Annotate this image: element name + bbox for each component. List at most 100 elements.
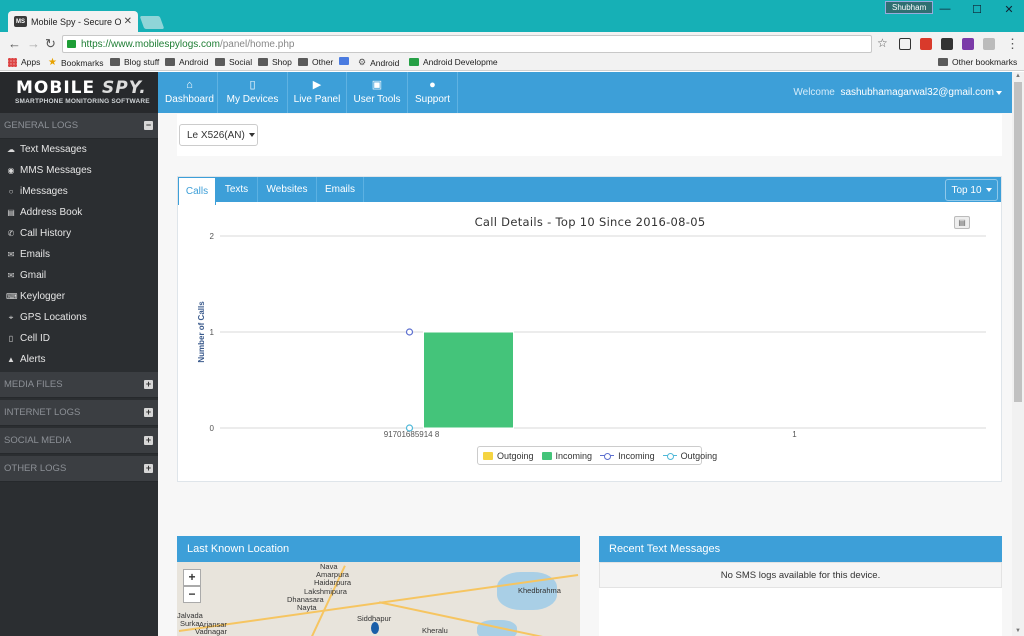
folder-icon [165, 58, 175, 66]
reload-icon[interactable]: ↻ [45, 36, 56, 52]
user-icon: ● [429, 79, 436, 91]
collapse-icon[interactable]: − [144, 121, 153, 130]
back-icon[interactable]: ← [8, 36, 21, 51]
nav-support[interactable]: ● Support [408, 72, 458, 113]
star-icon[interactable]: ☆ [877, 36, 888, 50]
bookmark-folder[interactable]: Blog stuff [110, 57, 159, 67]
sidebar-section-media-files[interactable]: MEDIA FILES + [0, 372, 158, 398]
address-bar[interactable]: https://www.mobilespylogs.com/panel/home… [62, 35, 872, 53]
sidebar-section-other-logs[interactable]: OTHER LOGS + [0, 456, 158, 482]
sidebar-item-gps-locations[interactable]: ⌖ GPS Locations [0, 307, 158, 328]
nav-user-tools[interactable]: ▣ User Tools [347, 72, 408, 113]
expand-icon[interactable]: + [144, 436, 153, 445]
location-map[interactable]: Nava Amarpura Haidarpura Lakshmipura Dha… [177, 562, 580, 636]
tab-texts[interactable]: Texts [216, 177, 258, 202]
onenote-icon[interactable] [962, 38, 974, 50]
sidebar-section-general-logs[interactable]: GENERAL LOGS − [0, 113, 158, 139]
log-tabs: Calls Texts Websites Emails [178, 177, 1001, 205]
map-marker-icon[interactable] [371, 622, 379, 634]
scroll-thumb[interactable] [1014, 82, 1022, 402]
tab-emails[interactable]: Emails [317, 177, 364, 202]
x-tick-label: 1 [792, 430, 797, 439]
sidebar-section-internet-logs[interactable]: INTERNET LOGS + [0, 400, 158, 426]
close-tab-icon[interactable]: ✕ [124, 16, 132, 27]
device-select[interactable]: Le X526(AN) [179, 124, 258, 146]
bar-incoming [423, 331, 514, 429]
bookmark-folder[interactable]: Other [298, 57, 333, 67]
forward-icon[interactable]: → [27, 36, 40, 51]
envelope-icon: ✉ [7, 250, 15, 259]
nav-my-devices[interactable]: ▯ My Devices [218, 72, 288, 113]
sidebar-item-alerts[interactable]: ▲ Alerts [0, 349, 158, 370]
expand-icon[interactable]: + [144, 464, 153, 473]
address-book-icon: ▤ [7, 208, 15, 217]
sidebar-item-address-book[interactable]: ▤ Address Book [0, 202, 158, 223]
bookmark-android[interactable]: ⚙ Android [358, 57, 399, 68]
bookmark-doc[interactable] [339, 57, 353, 65]
legend-item[interactable]: Incoming [600, 451, 655, 461]
maximize-icon[interactable]: ☐ [962, 3, 992, 16]
bookmark-android-dev[interactable]: Android Developme [409, 57, 498, 67]
scroll-down-icon[interactable]: ▼ [1014, 628, 1022, 634]
scroll-up-icon[interactable]: ▲ [1014, 73, 1022, 79]
profile-chip[interactable]: Shubham [885, 1, 934, 14]
legend-swatch [483, 451, 493, 460]
bookmark-folder[interactable]: Social [215, 57, 252, 67]
sidebar-item-imessages[interactable]: ○ iMessages [0, 181, 158, 202]
close-window-icon[interactable]: ✕ [994, 3, 1024, 16]
browser-tab[interactable]: MS Mobile Spy - Secure Onl ✕ [8, 11, 138, 32]
extension-icon[interactable] [920, 38, 932, 50]
doc-icon [339, 57, 349, 65]
menu-icon[interactable]: ⋮ [1006, 36, 1019, 52]
bookmark-bookmarks[interactable]: ★ Bookmarks [48, 57, 103, 68]
pocket-icon[interactable] [941, 38, 953, 50]
nav-dashboard[interactable]: ⌂ Dashboard [162, 72, 218, 113]
bookmarks-bar: Apps ★ Bookmarks Blog stuff Android Socia… [0, 55, 1024, 71]
page-scrollbar[interactable]: ▲ ▼ [1012, 72, 1024, 636]
legend-swatch [541, 451, 552, 460]
location-header: Last Known Location [177, 536, 580, 562]
bubble-icon: ○ [8, 187, 14, 196]
account-menu[interactable]: Welcome sashubhamagarwal32@gmail.com [793, 87, 1002, 98]
expand-icon[interactable]: + [144, 408, 153, 417]
sidebar-item-emails[interactable]: ✉ Emails [0, 244, 158, 265]
extension-icon[interactable] [899, 38, 911, 50]
call-details-chart: 0 1 2 Number of Calls 91701685914 8 1 [197, 232, 986, 439]
sidebar-item-call-history[interactable]: ✆ Call History [0, 223, 158, 244]
legend-item[interactable]: Incoming [541, 451, 592, 461]
sidebar-section-social-media[interactable]: SOCIAL MEDIA + [0, 428, 158, 454]
bookmark-apps[interactable]: Apps [8, 57, 40, 67]
zoom-in-button[interactable]: + [183, 569, 201, 586]
sidebar-item-text-messages[interactable]: ☁ Text Messages [0, 139, 158, 160]
zoom-out-button[interactable]: − [183, 586, 201, 603]
folder-icon [938, 58, 948, 66]
legend-item[interactable]: Outgoing [483, 451, 534, 461]
folder-icon [258, 58, 268, 66]
x-tick-label: 91701685914 8 [384, 430, 440, 439]
logo-text: MOBILE SPY. [16, 78, 147, 98]
bookmark-folder[interactable]: Android [165, 57, 208, 67]
lock-icon [67, 40, 76, 48]
y-tick-label: 0 [210, 424, 215, 433]
tab-calls[interactable]: Calls [178, 177, 216, 205]
folder-icon [110, 58, 120, 66]
sidebar-item-mms-messages[interactable]: ◉ MMS Messages [0, 160, 158, 181]
extension-icon[interactable] [983, 38, 995, 50]
new-tab-button[interactable] [139, 16, 165, 29]
expand-icon[interactable]: + [144, 380, 153, 389]
phone-icon: ▯ [249, 79, 256, 91]
chat-icon: ☁ [7, 145, 15, 154]
bookmark-folder[interactable]: Shop [258, 57, 292, 67]
bookmark-other[interactable]: Other bookmarks [938, 57, 1017, 67]
camera-icon: ◉ [7, 166, 15, 175]
sidebar-item-keylogger[interactable]: ⌨ Keylogger [0, 286, 158, 307]
tab-websites[interactable]: Websites [258, 177, 317, 202]
sidebar-item-gmail[interactable]: ✉ Gmail [0, 265, 158, 286]
legend-item[interactable]: Outgoing [662, 451, 717, 461]
minimize-icon[interactable]: — [930, 3, 960, 15]
url-path: /panel/home.php [219, 38, 295, 50]
nav-live-panel[interactable]: ▶ Live Panel [288, 72, 347, 113]
sidebar-item-cell-id[interactable]: ▯ Cell ID [0, 328, 158, 349]
top-filter-button[interactable]: Top 10 [945, 179, 998, 201]
logo[interactable]: MOBILE SPY. SMARTPHONE MONITORING SOFTWA… [0, 72, 158, 113]
